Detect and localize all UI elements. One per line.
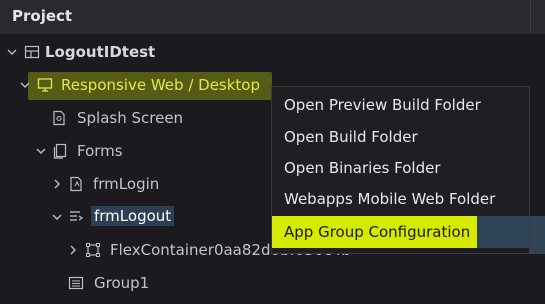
menu-item-app-group-configuration[interactable]: App Group Configuration [272, 216, 529, 248]
flex-container-icon [86, 243, 100, 257]
menu-active-edge [530, 216, 545, 254]
form-logout-label: frmLogout [91, 206, 175, 226]
project-name: LogoutIDtest [45, 43, 156, 61]
splash-screen-icon [53, 110, 65, 126]
header-divider [530, 0, 531, 34]
context-menu: Open Preview Build Folder Open Build Fol… [271, 86, 530, 254]
menu-item-label: Webapps Mobile Web Folder [284, 190, 496, 208]
form-icon [70, 176, 82, 192]
chevron-down-icon[interactable] [51, 211, 63, 223]
panel-title: Project [12, 7, 73, 25]
chevron-right-icon[interactable] [51, 178, 63, 190]
panel-header: Project [0, 0, 545, 34]
menu-item-open-build-folder[interactable]: Open Build Folder [272, 122, 529, 154]
forms-label: Forms [77, 142, 123, 160]
menu-item-label: Open Build Folder [284, 128, 418, 146]
menu-item-open-preview-build-folder[interactable]: Open Preview Build Folder [272, 90, 529, 122]
menu-item-label: App Group Configuration [284, 223, 471, 241]
chevron-right-icon[interactable] [67, 244, 79, 256]
channel-label: Responsive Web / Desktop [61, 76, 261, 94]
menu-item-webapps-mobile-web-folder[interactable]: Webapps Mobile Web Folder [272, 184, 529, 216]
tree-row-project[interactable]: LogoutIDtest [0, 36, 545, 68]
chevron-down-icon[interactable] [19, 79, 31, 91]
menu-item-open-binaries-folder[interactable]: Open Binaries Folder [272, 153, 529, 185]
desktop-icon [37, 78, 53, 92]
group-label: Group1 [94, 274, 150, 292]
splash-label: Splash Screen [77, 109, 184, 127]
chevron-down-icon[interactable] [6, 46, 18, 58]
menu-item-label: Open Preview Build Folder [284, 96, 481, 114]
group-icon [68, 276, 84, 290]
menu-item-label: Open Binaries Folder [284, 159, 441, 177]
tree-row-group[interactable]: Group1 [0, 267, 545, 299]
form-login-label: frmLogin [93, 175, 160, 193]
form-layout-icon [70, 211, 84, 221]
forms-icon [53, 143, 67, 159]
chevron-down-icon[interactable] [35, 145, 47, 157]
project-icon [24, 45, 40, 59]
